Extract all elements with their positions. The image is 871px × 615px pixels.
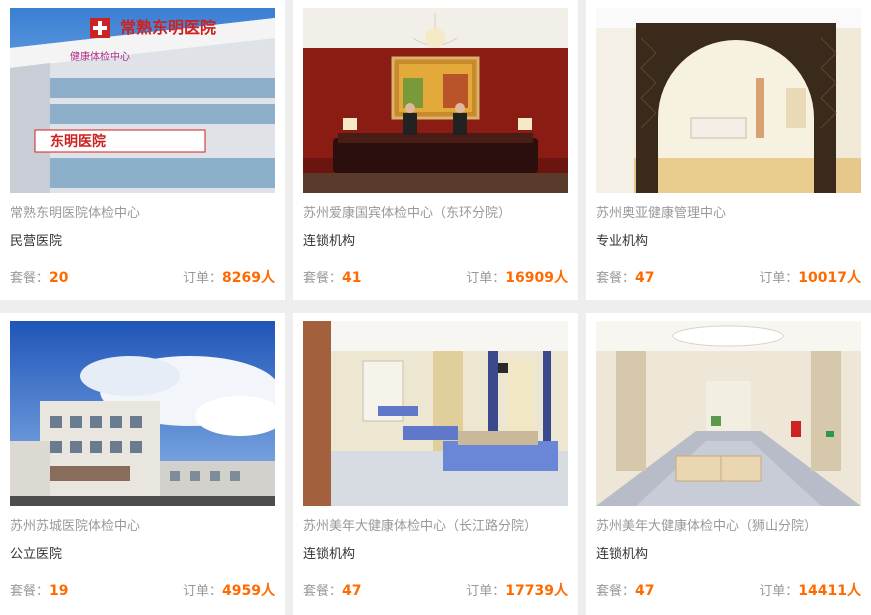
- clinic-photo[interactable]: [596, 321, 861, 506]
- order-count: 订单：17739人: [466, 583, 568, 599]
- clinic-type: 连锁机构: [303, 547, 356, 562]
- package-count: 套餐：41: [303, 270, 362, 286]
- package-count: 套餐：47: [303, 583, 362, 599]
- clinic-name[interactable]: 苏州苏城医院体检中心: [10, 515, 140, 534]
- corridor-image: [596, 321, 861, 506]
- clinic-photo[interactable]: 东明医院 常熟东明医院 健康体检中心: [10, 8, 275, 193]
- clinic-type: 连锁机构: [596, 547, 649, 562]
- clinic-stats: 套餐：47 订单：17739人: [303, 580, 568, 599]
- package-count: 套餐：47: [596, 583, 655, 599]
- clinic-type: 连锁机构: [303, 234, 356, 249]
- clinic-name[interactable]: 苏州美年大健康体检中心（狮山分院）: [596, 515, 817, 534]
- svg-text:东明医院: 东明医院: [50, 133, 106, 150]
- order-count: 订单：10017人: [759, 270, 861, 286]
- clinic-name[interactable]: 苏州美年大健康体检中心（长江路分院）: [303, 515, 537, 534]
- clinic-stats: 套餐：47 订单：14411人: [596, 580, 861, 599]
- lobby-moon-gate-image: [596, 8, 861, 193]
- clinic-type: 民营医院: [10, 234, 63, 249]
- clinic-photo[interactable]: [303, 321, 568, 506]
- clinic-stats: 套餐：47 订单：10017人: [596, 267, 861, 286]
- order-count: 订单：14411人: [759, 583, 861, 599]
- order-count: 订单：8269人: [183, 270, 275, 286]
- clinic-photo[interactable]: [10, 321, 275, 506]
- clinic-card[interactable]: 东明医院 常熟东明医院 健康体检中心 常熟东明医院体检中心 民营医院 套餐：20…: [0, 0, 285, 300]
- clinic-name[interactable]: 苏州爱康国宾体检中心（东环分院）: [303, 202, 511, 221]
- reception-hall-image: [303, 8, 568, 193]
- clinic-photo[interactable]: [303, 8, 568, 193]
- package-count: 套餐：20: [10, 270, 69, 286]
- clinic-name[interactable]: 苏州奥亚健康管理中心: [596, 202, 726, 221]
- clinic-name[interactable]: 常熟东明医院体检中心: [10, 202, 140, 221]
- clinic-grid: 东明医院 常熟东明医院 健康体检中心 常熟东明医院体检中心 民营医院 套餐：20…: [0, 0, 871, 615]
- order-count: 订单：16909人: [466, 270, 568, 286]
- waiting-area-image: [303, 321, 568, 506]
- clinic-type: 公立医院: [10, 547, 63, 562]
- clinic-card[interactable]: 苏州奥亚健康管理中心 专业机构 套餐：47 订单：10017人: [586, 0, 871, 300]
- package-count: 套餐：19: [10, 583, 69, 599]
- clinic-type: 专业机构: [596, 234, 649, 249]
- clinic-stats: 套餐：19 订单：4959人: [10, 580, 275, 599]
- order-count: 订单：4959人: [183, 583, 275, 599]
- clinic-photo[interactable]: [596, 8, 861, 193]
- clinic-stats: 套餐：20 订单：8269人: [10, 267, 275, 286]
- package-count: 套餐：47: [596, 270, 655, 286]
- hospital-exterior-image: [10, 321, 275, 506]
- clinic-card[interactable]: 苏州苏城医院体检中心 公立医院 套餐：19 订单：4959人: [0, 313, 285, 615]
- clinic-stats: 套餐：41 订单：16909人: [303, 267, 568, 286]
- hospital-building-image: 东明医院 常熟东明医院 健康体检中心: [10, 8, 275, 193]
- svg-text:常熟东明医院: 常熟东明医院: [120, 18, 216, 37]
- clinic-card[interactable]: 苏州美年大健康体检中心（长江路分院） 连锁机构 套餐：47 订单：17739人: [293, 313, 578, 615]
- clinic-card[interactable]: 苏州爱康国宾体检中心（东环分院） 连锁机构 套餐：41 订单：16909人: [293, 0, 578, 300]
- svg-text:健康体检中心: 健康体检中心: [70, 50, 130, 63]
- clinic-card[interactable]: 苏州美年大健康体检中心（狮山分院） 连锁机构 套餐：47 订单：14411人: [586, 313, 871, 615]
